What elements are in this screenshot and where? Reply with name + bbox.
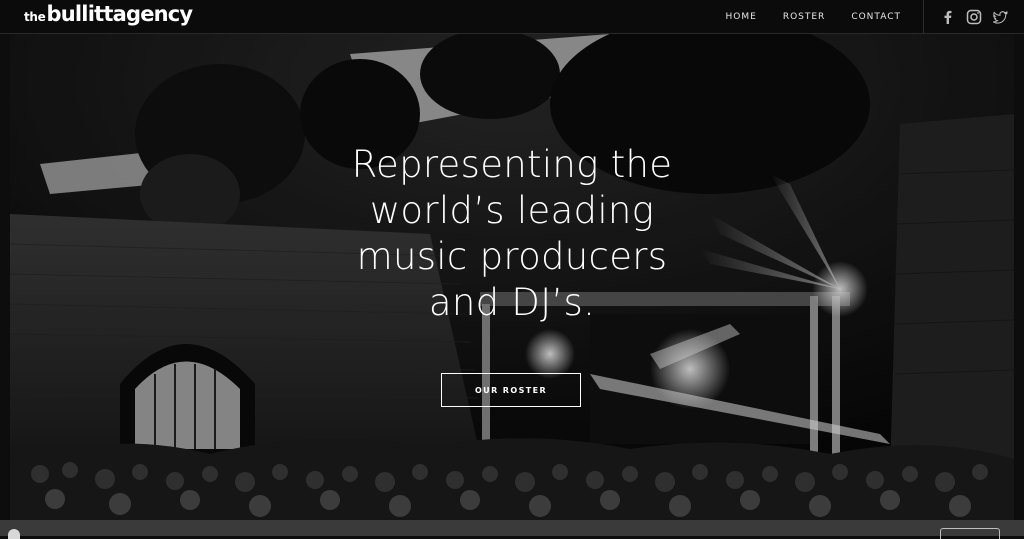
hero-section: Representing the world’s leading music p… — [10, 34, 1014, 520]
nav-contact-link[interactable]: CONTACT — [851, 12, 901, 22]
twitter-icon[interactable] — [992, 9, 1008, 25]
main-nav: HOME ROSTER CONTACT — [726, 0, 902, 33]
headline-line-2: world’s leading — [369, 189, 655, 232]
hero-headline: Representing the world’s leading music p… — [10, 142, 1014, 326]
our-roster-button[interactable]: OUR ROSTER — [441, 373, 581, 407]
nav-roster-link[interactable]: ROSTER — [783, 12, 826, 22]
headline-line-4: and DJ’s. — [428, 281, 596, 324]
headline-line-1: Representing the — [351, 143, 673, 186]
social-links — [923, 0, 1024, 33]
nav-home-link[interactable]: HOME — [726, 12, 757, 22]
logo-brand: bullittagency — [46, 2, 194, 26]
logo-prefix: the — [24, 10, 46, 24]
chat-widget-tab[interactable] — [8, 529, 20, 539]
facebook-icon[interactable] — [940, 9, 956, 25]
bottom-bar — [0, 520, 1024, 539]
instagram-icon[interactable] — [966, 9, 982, 25]
site-logo[interactable]: the bullittagency — [24, 2, 194, 30]
headline-line-3: music producers — [356, 235, 668, 278]
cookie-button[interactable] — [940, 528, 1000, 539]
site-header: the bullittagency HOME ROSTER CONTACT — [0, 0, 1024, 34]
